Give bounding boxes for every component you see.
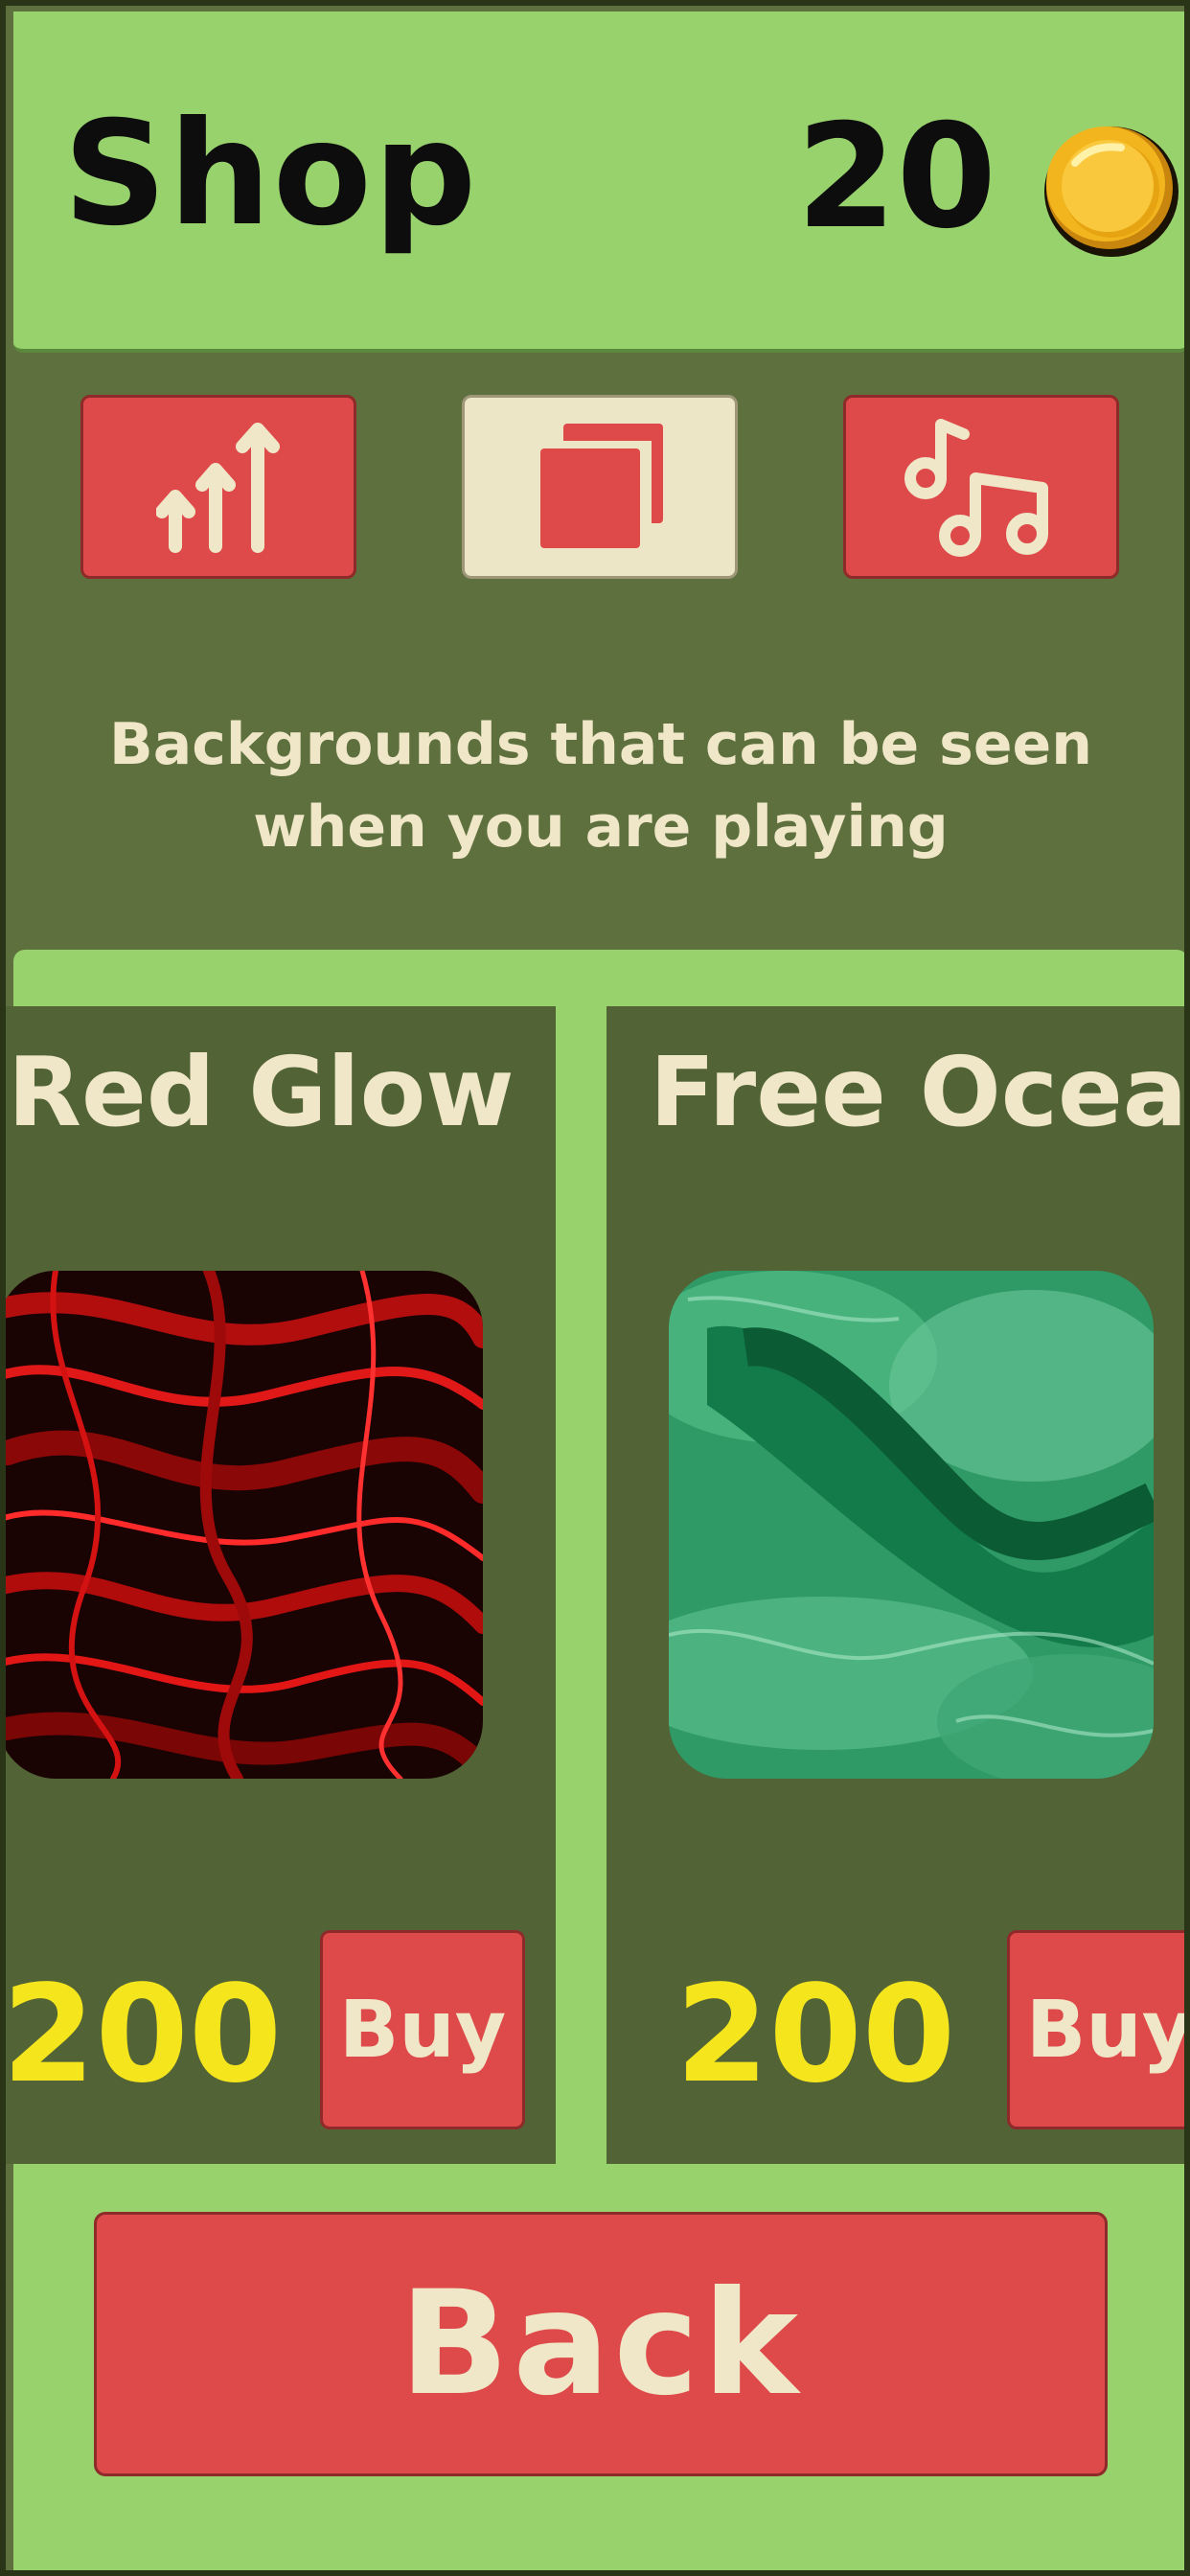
item-price: 200 [6, 1957, 283, 2113]
gold-coin-icon [1044, 126, 1179, 257]
music-notes-icon [904, 419, 1048, 557]
item-name: Red Glow [8, 1036, 515, 1148]
category-description: Backgrounds that can be seen when you ar… [6, 703, 1184, 868]
shop-item-card: Free Ocean 200 Buy [606, 1006, 1188, 2164]
back-button[interactable]: Back [94, 2212, 1108, 2476]
shop-item-card: Red Glow 200 Buy [6, 1006, 556, 2164]
page-title: Shop [63, 91, 479, 258]
backgrounds-layers-icon [540, 424, 663, 548]
buy-button[interactable]: Buy [320, 1930, 525, 2129]
tab-music[interactable] [843, 395, 1119, 579]
buy-button[interactable]: Buy [1007, 1930, 1184, 2129]
tab-upgrades[interactable] [80, 395, 356, 579]
shop-screen: Shop 20 Backgrounds that can be seen whe… [0, 0, 1190, 2576]
upgrades-arrows-icon [156, 423, 280, 553]
description-line-1: Backgrounds that can be seen [109, 711, 1092, 778]
item-name: Free Ocean [650, 1036, 1188, 1148]
shop-header: Shop 20 [13, 12, 1184, 353]
tab-backgrounds[interactable] [462, 395, 738, 579]
description-line-2: when you are playing [253, 794, 949, 861]
coin-balance: 20 [796, 94, 996, 261]
item-price: 200 [675, 1957, 956, 2113]
item-preview-image [6, 1271, 483, 1779]
item-preview-image [669, 1271, 1154, 1779]
